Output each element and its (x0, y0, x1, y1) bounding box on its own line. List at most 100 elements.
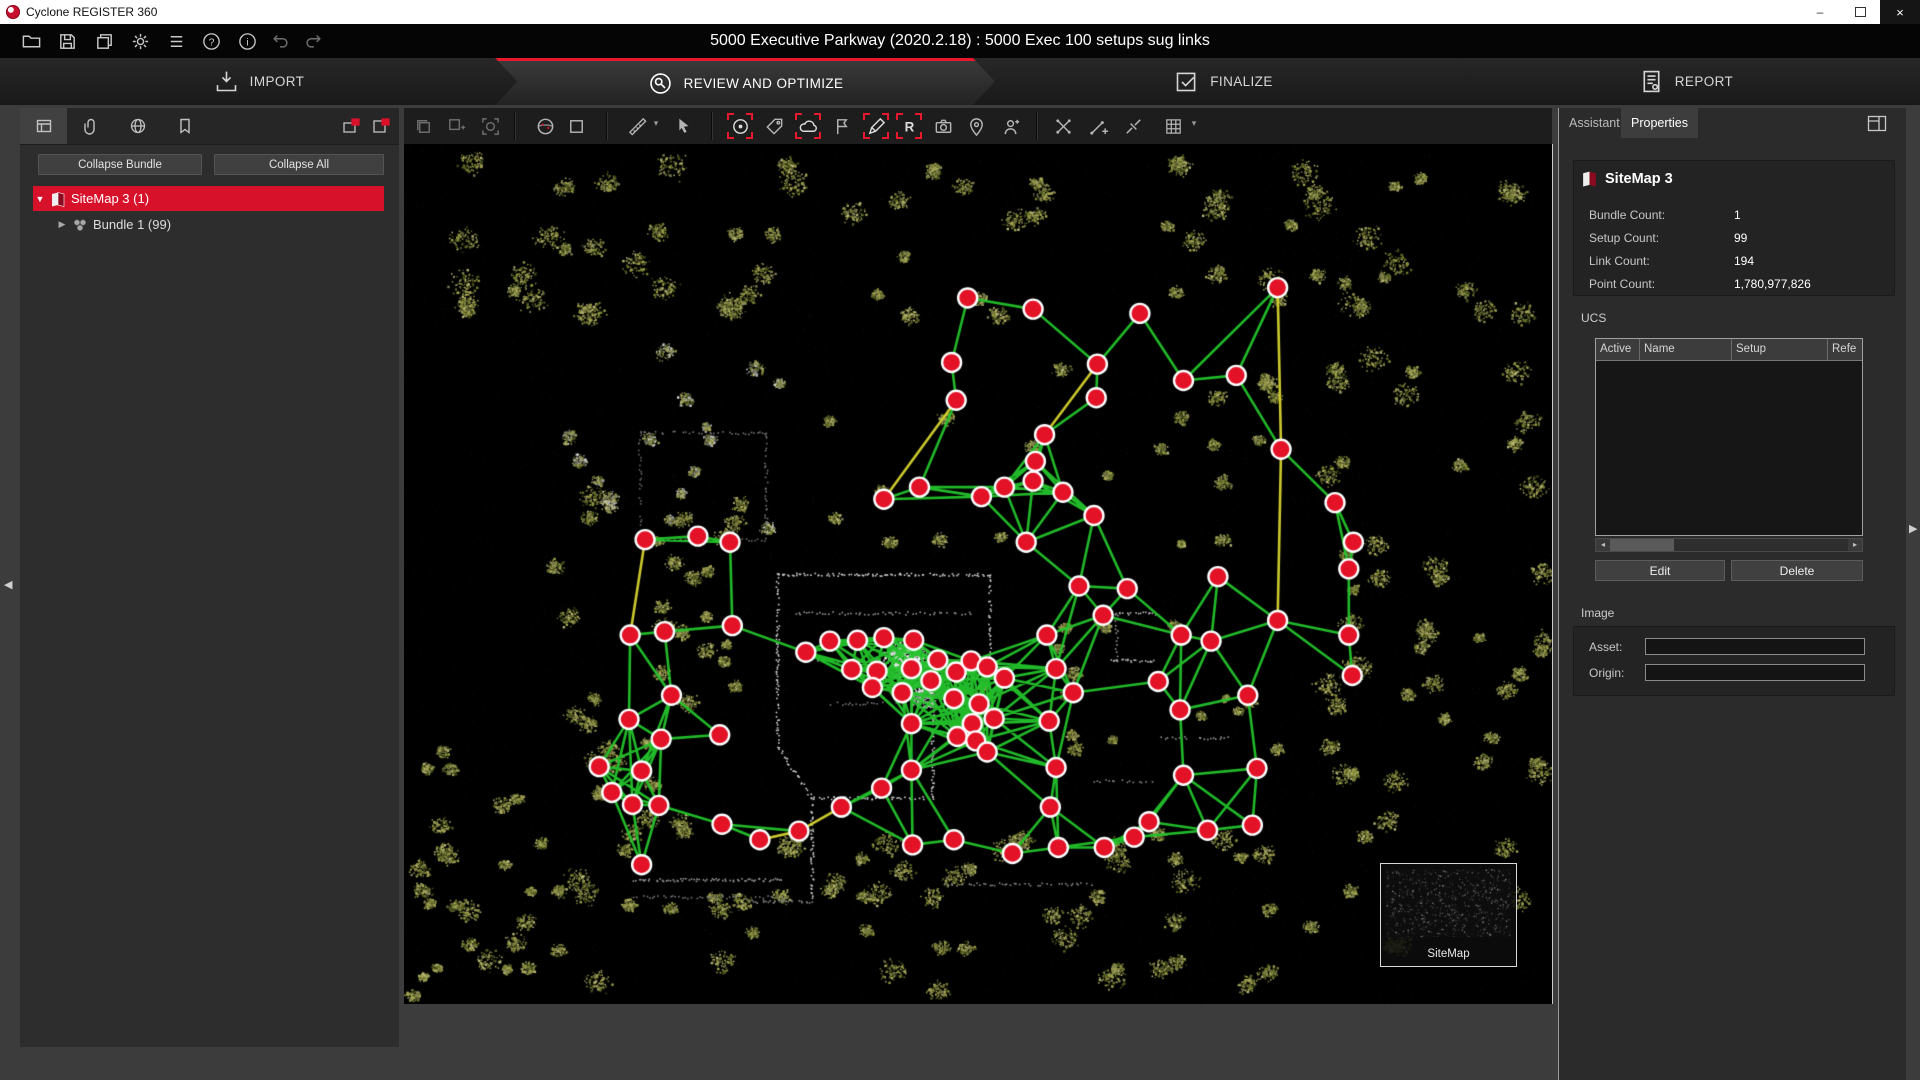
tab-finalize-label: FINALIZE (1210, 74, 1272, 89)
expander-right-icon[interactable]: ▶ (55, 219, 69, 230)
tab-project-tree[interactable] (20, 108, 67, 144)
show-bundle-flags-button[interactable] (368, 114, 394, 138)
cursor-icon (673, 116, 693, 136)
tab-attachments[interactable] (67, 108, 114, 144)
setup-markers-button[interactable] (727, 113, 753, 139)
ucs-col-name[interactable]: Name (1640, 339, 1732, 360)
optimize-links-button[interactable] (1050, 113, 1076, 139)
bubble-view-icon (535, 116, 556, 137)
plane-view-button[interactable] (563, 113, 589, 139)
toolbar-separator (514, 112, 516, 140)
grid-dropdown-caret[interactable]: ▾ (1188, 118, 1200, 129)
scroll-thumb[interactable] (1610, 539, 1674, 551)
ucs-h-scrollbar[interactable]: ◂ ▸ (1595, 538, 1863, 552)
maximize-icon (1855, 7, 1866, 17)
collapse-bundle-button[interactable]: Collapse Bundle (38, 154, 202, 175)
scroll-left-arrow[interactable]: ◂ (1596, 539, 1610, 551)
geo-pin-button[interactable] (963, 113, 989, 139)
location-pin-icon (966, 116, 987, 137)
asset-label: Asset: (1589, 640, 1622, 654)
panel-layout-button[interactable] (1862, 111, 1892, 135)
flag-icon (832, 116, 853, 137)
show-sitemap-flags-button[interactable] (338, 114, 364, 138)
tree-item-bundle[interactable]: ▶ Bundle 1 (99) (33, 212, 384, 237)
add-link-icon (1088, 116, 1109, 137)
measure-button[interactable] (624, 113, 650, 139)
collapse-all-button[interactable]: Collapse All (214, 154, 384, 175)
report-icon (1638, 68, 1665, 95)
origin-row: Origin: (1589, 666, 1879, 684)
main-toolbar: ? i 5000 Executive Parkway (2020.2.18) :… (0, 24, 1920, 59)
sitemap-viewer[interactable]: SiteMap (404, 144, 1553, 1004)
cloud-icon (798, 116, 819, 137)
project-title: 5000 Executive Parkway (2020.2.18) : 500… (0, 24, 1920, 58)
ribbon-icon (176, 117, 194, 135)
workflow-ribbon: IMPORT REVIEW AND OPTIMIZE FINALIZE REPO… (0, 58, 1920, 105)
viewer-toolbar: ▾ R (404, 108, 1552, 144)
ucs-col-reference[interactable]: Refe (1828, 339, 1864, 360)
scroll-right-arrow[interactable]: ▸ (1848, 539, 1862, 551)
tab-report[interactable]: REPORT (1451, 58, 1920, 105)
collapse-left-panel-arrow[interactable]: ◀ (4, 578, 12, 591)
add-link-button[interactable] (1085, 113, 1111, 139)
tab-review-label: REVIEW AND OPTIMIZE (684, 76, 844, 91)
project-tree-panel: Collapse Bundle Collapse All ▼ SiteMap 3… (20, 108, 399, 1047)
app-logo-icon (6, 5, 20, 19)
prop-value: 194 (1734, 254, 1754, 268)
prop-value: 99 (1734, 231, 1747, 245)
asset-input[interactable] (1645, 638, 1865, 655)
tab-web[interactable] (114, 108, 161, 144)
prop-bundle-count: Bundle Count: 1 (1589, 208, 1879, 227)
tab-review-and-optimize[interactable]: REVIEW AND OPTIMIZE (495, 58, 995, 105)
ucs-table[interactable]: Active Name Setup Refe (1595, 338, 1863, 536)
grid-icon (1163, 116, 1184, 137)
sitemap-icon (1581, 170, 1598, 187)
tag-icon (764, 116, 785, 137)
tab-assistant[interactable]: Assistant (1559, 108, 1630, 138)
point-cloud-button[interactable] (795, 113, 821, 139)
minimize-button[interactable]: – (1800, 0, 1840, 24)
person-plus-icon (1001, 116, 1022, 137)
close-button[interactable]: × (1880, 0, 1920, 24)
tab-finalize[interactable]: FINALIZE (973, 58, 1473, 105)
pick-button[interactable] (670, 113, 696, 139)
tab-properties[interactable]: Properties (1621, 108, 1698, 138)
pen-icon (866, 116, 887, 137)
prop-label: Point Count: (1589, 277, 1655, 291)
properties-panel: Assistant Properties SiteMap 3 Bundle Co… (1558, 108, 1906, 1080)
circle-dot-icon (730, 116, 751, 137)
expand-right-panel-arrow[interactable]: ▶ (1909, 522, 1917, 535)
ucs-table-body[interactable] (1596, 361, 1862, 536)
scroll-track[interactable] (1674, 539, 1848, 551)
cloud-align-button[interactable]: R (896, 113, 922, 139)
draw-link-button[interactable] (863, 113, 889, 139)
ucs-col-setup[interactable]: Setup (1732, 339, 1828, 360)
add-user-pin-button[interactable] (998, 113, 1024, 139)
origin-input[interactable] (1645, 664, 1865, 681)
overview-map[interactable]: SiteMap (1380, 863, 1517, 967)
globe-icon (129, 117, 147, 135)
maximize-button[interactable] (1840, 0, 1880, 24)
flag-window-icon (342, 118, 361, 135)
overview-label: SiteMap (1381, 948, 1516, 960)
quality-flags-button[interactable] (829, 113, 855, 139)
copy-to-sitemap-button[interactable] (410, 113, 436, 139)
tab-favorites[interactable] (161, 108, 208, 144)
split-link-button[interactable] (1120, 113, 1146, 139)
ucs-col-active[interactable]: Active (1596, 339, 1640, 360)
measure-dropdown-caret[interactable]: ▾ (650, 118, 662, 129)
zoom-extents-button[interactable] (477, 113, 503, 139)
ucs-edit-button[interactable]: Edit (1595, 560, 1725, 581)
bubble-view-button[interactable] (532, 113, 558, 139)
tree-item-sitemap[interactable]: ▼ SiteMap 3 (1) (33, 186, 384, 211)
labels-button[interactable] (761, 113, 787, 139)
grid-options-button[interactable] (1160, 113, 1186, 139)
tab-import[interactable]: IMPORT (0, 58, 517, 105)
left-panel-tabs (20, 108, 399, 145)
ucs-delete-button[interactable]: Delete (1731, 560, 1863, 581)
split-link-icon (1123, 116, 1144, 137)
tab-import-label: IMPORT (250, 74, 305, 89)
expander-down-icon[interactable]: ▼ (33, 194, 47, 204)
duplicate-sitemap-button[interactable] (443, 113, 469, 139)
snapshot-button[interactable] (930, 113, 956, 139)
